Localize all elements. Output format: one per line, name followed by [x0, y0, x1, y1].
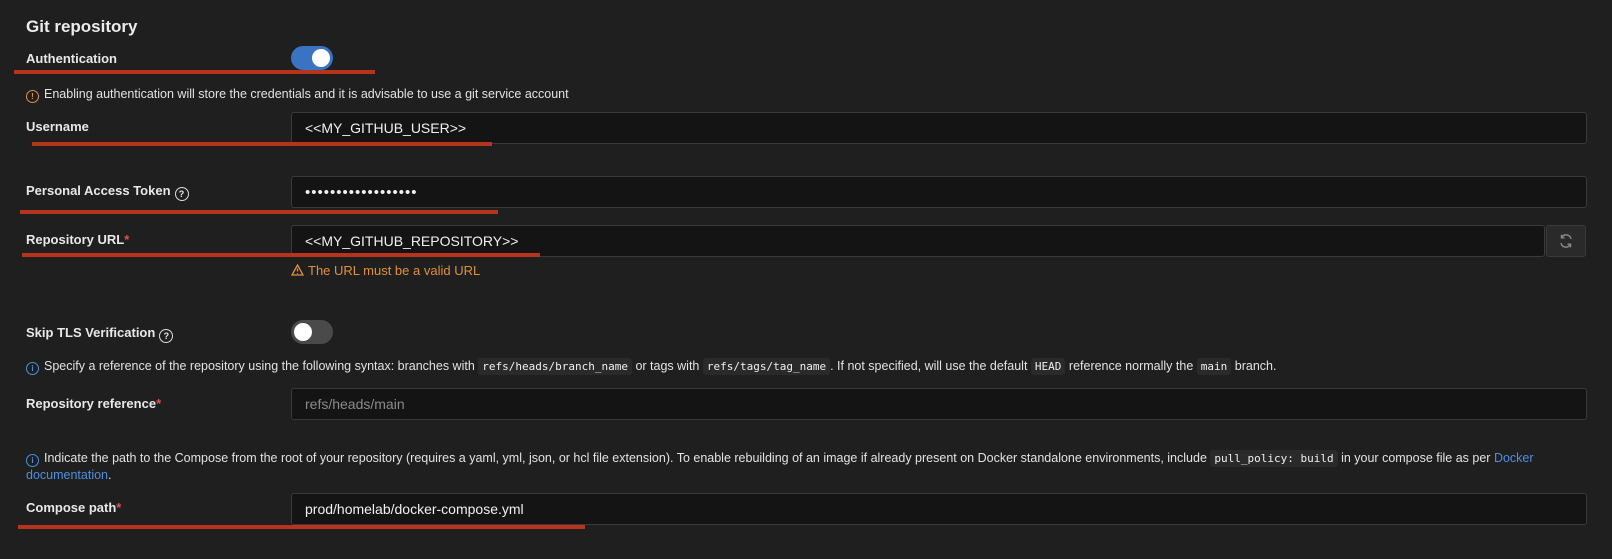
token-label-text: Personal Access Token: [26, 183, 171, 198]
repo-reference-input[interactable]: refs/heads/main: [291, 388, 1587, 420]
info-text: in your compose file as per: [1341, 451, 1491, 465]
username-label: Username: [26, 119, 89, 134]
code-snippet: main: [1196, 358, 1232, 375]
compose-path-label: Compose path*: [26, 500, 121, 515]
compose-path-input[interactable]: prod/homelab/docker-compose.yml: [291, 493, 1587, 525]
username-input[interactable]: <<MY_GITHUB_USER>>: [291, 112, 1587, 144]
refresh-icon: [1560, 234, 1572, 248]
code-snippet: pull_policy: build: [1210, 450, 1338, 467]
skip-tls-label: Skip TLS Verification?: [26, 325, 174, 343]
section-title: Git repository: [26, 17, 138, 36]
username-value: <<MY_GITHUB_USER>>: [305, 120, 467, 136]
skip-tls-label-text: Skip TLS Verification: [26, 325, 156, 340]
repo-url-label-text: Repository URL: [26, 232, 125, 247]
compose-path-value: prod/homelab/docker-compose.yml: [305, 501, 524, 517]
repo-url-value: <<MY_GITHUB_REPOSITORY>>: [305, 233, 519, 249]
info-circle-icon: !: [26, 90, 39, 103]
question-circle-icon[interactable]: ?: [159, 329, 174, 343]
info-circle-icon: i: [26, 454, 39, 467]
refresh-button[interactable]: [1546, 225, 1586, 257]
repo-url-label: Repository URL*: [26, 232, 129, 247]
repo-url-error: The URL must be a valid URL: [290, 263, 481, 278]
auth-notice: ! Enabling authentication will store the …: [26, 86, 569, 103]
required-mark: *: [156, 396, 162, 411]
annotation-underline: [14, 70, 375, 74]
code-snippet: refs/tags/tag_name: [702, 358, 831, 375]
skip-tls-toggle[interactable]: [291, 320, 333, 344]
reference-info: i Specify a reference of the repository u…: [26, 358, 1276, 375]
info-text: or tags with: [635, 359, 700, 373]
info-text: . If not specified, will use the default: [830, 359, 1028, 373]
repo-reference-label-text: Repository reference: [26, 396, 157, 411]
question-circle-icon[interactable]: ?: [174, 187, 189, 201]
repo-reference-label: Repository reference*: [26, 396, 161, 411]
token-value: ••••••••••••••••••: [305, 183, 418, 201]
required-mark: *: [124, 232, 130, 247]
token-input[interactable]: ••••••••••••••••••: [291, 176, 1587, 208]
info-circle-icon: i: [26, 362, 39, 375]
info-text: reference normally the: [1068, 359, 1194, 373]
required-mark: *: [116, 500, 122, 515]
token-label: Personal Access Token?: [26, 183, 189, 201]
annotation-underline: [20, 210, 498, 214]
annotation-underline: [22, 253, 540, 257]
repo-url-error-text: The URL must be a valid URL: [308, 263, 481, 278]
code-snippet: refs/heads/branch_name: [478, 358, 632, 375]
authentication-toggle[interactable]: [291, 46, 333, 70]
info-text: .: [108, 468, 112, 482]
code-snippet: HEAD: [1030, 358, 1066, 375]
info-text: Indicate the path to the Compose from th…: [44, 451, 1207, 465]
warning-triangle-icon: [290, 263, 305, 276]
repo-reference-placeholder: refs/heads/main: [305, 396, 405, 412]
info-text: Specify a reference of the repository us…: [44, 359, 475, 373]
annotation-underline: [18, 525, 585, 529]
toggle-knob: [294, 323, 312, 341]
compose-path-label-text: Compose path: [26, 500, 117, 515]
compose-info: i Indicate the path to the Compose from t…: [26, 450, 1581, 484]
info-text: branch.: [1234, 359, 1277, 373]
toggle-knob: [312, 49, 330, 67]
authentication-label: Authentication: [26, 51, 117, 66]
auth-notice-text: Enabling authentication will store the c…: [44, 87, 569, 101]
annotation-underline: [32, 142, 492, 146]
